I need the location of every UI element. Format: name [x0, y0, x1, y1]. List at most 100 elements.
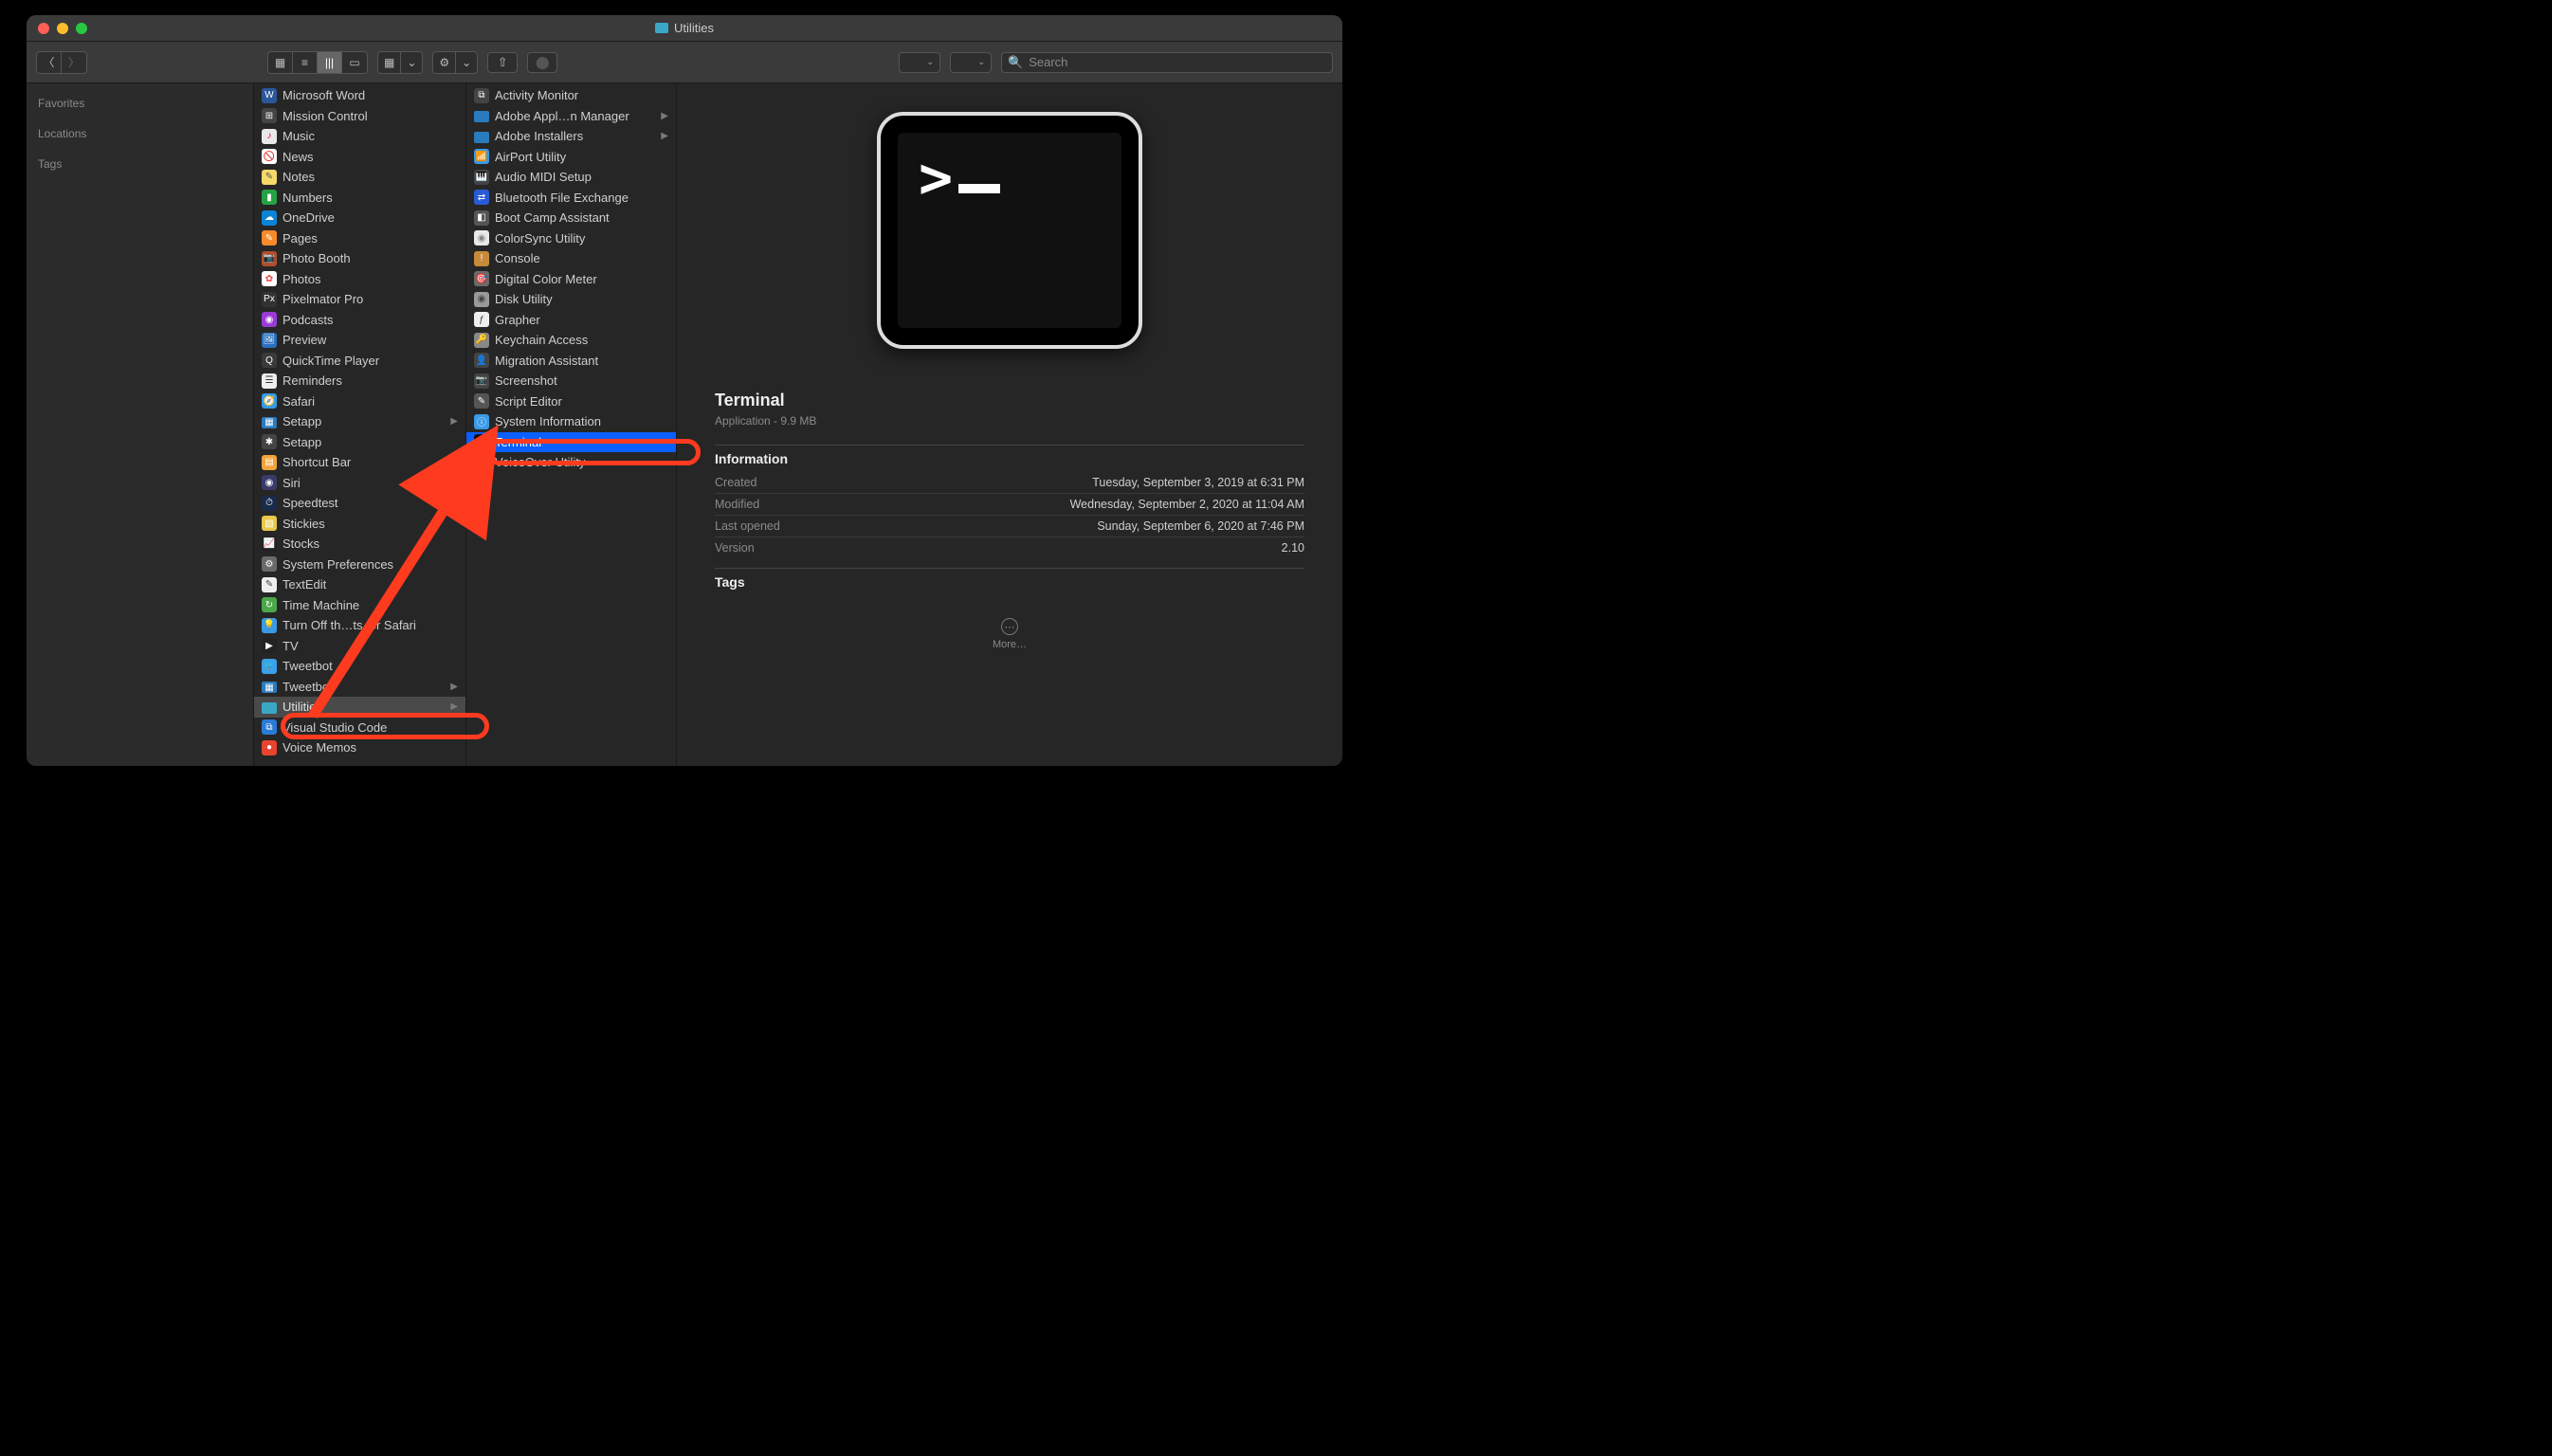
- list-item[interactable]: Adobe Appl…n Manager▶: [466, 106, 676, 127]
- app-icon: ☰: [262, 373, 277, 389]
- list-item[interactable]: PxPixelmator Pro: [254, 289, 465, 310]
- list-item-label: Voice Memos: [283, 740, 458, 755]
- gallery-view-button[interactable]: ▭: [342, 52, 367, 73]
- list-item[interactable]: 🎹Audio MIDI Setup: [466, 167, 676, 188]
- list-item[interactable]: ⏱ Speedtest: [254, 493, 465, 514]
- app-icon: ⓘ: [474, 414, 489, 429]
- terminal-app-icon: >: [877, 112, 1142, 349]
- list-item[interactable]: ƒGrapher: [466, 310, 676, 331]
- tags-button[interactable]: ⬤: [527, 52, 557, 73]
- list-item[interactable]: 👤VoiceOver Utility: [466, 452, 676, 473]
- sidebar-tags-heading[interactable]: Tags: [38, 152, 242, 176]
- close-icon[interactable]: [38, 23, 49, 34]
- column-view-button[interactable]: |||: [318, 52, 342, 73]
- preview-pane: > Terminal Application - 9.9 MB Informat…: [677, 83, 1342, 766]
- list-item[interactable]: ◉ColorSync Utility: [466, 228, 676, 249]
- info-row: ModifiedWednesday, September 2, 2020 at …: [715, 494, 1304, 516]
- list-item[interactable]: ▧Stickies: [254, 514, 465, 535]
- preview-app-subtitle: Application - 9.9 MB: [715, 414, 1304, 428]
- list-item-label: Console: [495, 251, 668, 265]
- list-item-label: QuickTime Player: [283, 354, 458, 368]
- action-dropdown[interactable]: ⚙⌄: [432, 51, 478, 74]
- list-item[interactable]: ▶TV: [254, 636, 465, 657]
- info-value: Wednesday, September 2, 2020 at 11:04 AM: [1070, 498, 1304, 511]
- window-controls: [27, 23, 87, 34]
- list-item[interactable]: 🔑Keychain Access: [466, 330, 676, 351]
- list-item[interactable]: 🐦Tweetbot: [254, 656, 465, 677]
- info-value: Sunday, September 6, 2020 at 7:46 PM: [1097, 519, 1304, 533]
- sidebar-locations-heading[interactable]: Locations: [38, 121, 242, 146]
- list-item-label: Stocks: [283, 537, 458, 551]
- back-button[interactable]: 〈: [37, 52, 62, 73]
- list-item-label: Preview: [283, 333, 458, 347]
- list-item[interactable]: 📶AirPort Utility: [466, 147, 676, 168]
- list-item[interactable]: QQuickTime Player: [254, 351, 465, 372]
- list-item[interactable]: ▦Tweetbot▶: [254, 677, 465, 698]
- icon-view-button[interactable]: ▦: [268, 52, 293, 73]
- list-item-label: Activity Monitor: [495, 88, 668, 102]
- list-item[interactable]: 🚫News: [254, 147, 465, 168]
- list-item-label: Photo Booth: [283, 251, 458, 265]
- search-input[interactable]: 🔍 Search: [1001, 52, 1333, 73]
- list-item[interactable]: ⧉Visual Studio Code: [254, 718, 465, 738]
- list-item[interactable]: 📷Photo Booth: [254, 248, 465, 269]
- list-item[interactable]: Adobe Installers▶: [466, 126, 676, 147]
- list-item[interactable]: !Console: [466, 248, 676, 269]
- maximize-icon[interactable]: [76, 23, 87, 34]
- list-item[interactable]: ⧉Activity Monitor: [466, 85, 676, 106]
- list-item[interactable]: 🧭Safari: [254, 391, 465, 412]
- forward-button[interactable]: 〉: [62, 52, 86, 73]
- list-item[interactable]: ▮Numbers: [254, 188, 465, 209]
- minimize-icon[interactable]: [57, 23, 68, 34]
- path-dropdown-2[interactable]: ⌄: [950, 52, 992, 73]
- list-item[interactable]: ⇄Bluetooth File Exchange: [466, 188, 676, 209]
- list-item[interactable]: WMicrosoft Word: [254, 85, 465, 106]
- list-item[interactable]: ⊞Mission Control: [254, 106, 465, 127]
- list-item-label: TextEdit: [283, 577, 458, 592]
- finder-window: Utilities 〈 〉 ▦ ≡ ||| ▭ ▦⌄ ⚙⌄ ⇧ ⬤ ⌄ ⌄ �: [27, 15, 1342, 766]
- column-utilities: ⧉Activity MonitorAdobe Appl…n Manager▶Ad…: [466, 83, 677, 766]
- list-item[interactable]: ⚙System Preferences: [254, 555, 465, 575]
- app-icon: ⏱: [262, 496, 277, 511]
- list-item[interactable]: ✱Setapp: [254, 432, 465, 453]
- list-item[interactable]: >Terminal: [466, 432, 676, 453]
- list-item[interactable]: ☁OneDrive: [254, 208, 465, 228]
- list-item[interactable]: 💡Turn Off th…ts for Safari: [254, 615, 465, 636]
- list-item[interactable]: ◧Boot Camp Assistant: [466, 208, 676, 228]
- share-button[interactable]: ⇧: [487, 52, 518, 73]
- list-item[interactable]: ◉Siri: [254, 473, 465, 494]
- list-item[interactable]: Utilities▶: [254, 697, 465, 718]
- list-item[interactable]: ●Voice Memos: [254, 737, 465, 758]
- list-item[interactable]: 📈Stocks: [254, 534, 465, 555]
- list-item-label: Speedtest: [283, 496, 458, 510]
- list-item[interactable]: ↻Time Machine: [254, 595, 465, 616]
- finder-body: Favorites Locations Tags WMicrosoft Word…: [27, 83, 1342, 766]
- list-item[interactable]: ⓘSystem Information: [466, 411, 676, 432]
- list-view-button[interactable]: ≡: [293, 52, 318, 73]
- path-dropdown-1[interactable]: ⌄: [899, 52, 940, 73]
- sidebar-favorites-heading[interactable]: Favorites: [38, 91, 242, 116]
- list-item[interactable]: 👤Migration Assistant: [466, 351, 676, 372]
- view-mode-segment: ▦ ≡ ||| ▭: [267, 51, 368, 74]
- list-item[interactable]: 📷Screenshot: [466, 371, 676, 391]
- list-item[interactable]: ◉Podcasts: [254, 310, 465, 331]
- app-icon: ✎: [262, 170, 277, 185]
- list-item[interactable]: ✎Pages: [254, 228, 465, 249]
- chevron-right-icon: ▶: [450, 682, 458, 692]
- list-item[interactable]: ♪Music: [254, 126, 465, 147]
- list-item[interactable]: 🖼Preview: [254, 330, 465, 351]
- list-item[interactable]: ✿Photos: [254, 269, 465, 290]
- list-item[interactable]: ✎TextEdit: [254, 574, 465, 595]
- list-item[interactable]: ◉Disk Utility: [466, 289, 676, 310]
- list-item[interactable]: ▦Setapp▶: [254, 411, 465, 432]
- share-icon: ⇧: [498, 55, 508, 70]
- list-item[interactable]: ▤Shortcut Bar: [254, 452, 465, 473]
- more-button[interactable]: ⋯ More…: [715, 618, 1304, 650]
- arrange-dropdown[interactable]: ▦⌄: [377, 51, 423, 74]
- list-item[interactable]: ☰Reminders: [254, 371, 465, 391]
- app-icon: ✱: [262, 434, 277, 449]
- folder-icon: ▦: [262, 682, 277, 693]
- list-item[interactable]: 🎯Digital Color Meter: [466, 269, 676, 290]
- list-item[interactable]: ✎Script Editor: [466, 391, 676, 412]
- list-item[interactable]: ✎Notes: [254, 167, 465, 188]
